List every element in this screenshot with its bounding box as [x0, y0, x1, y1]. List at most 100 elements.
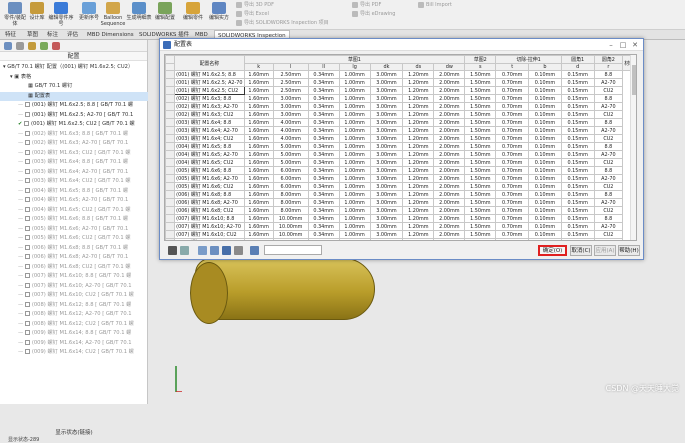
- table-cell[interactable]: 10.00mm: [272, 222, 309, 232]
- table-cell[interactable]: 1.00mm: [338, 182, 371, 192]
- table-cell[interactable]: 2.00mm: [433, 118, 466, 128]
- config-list-item[interactable]: — (002) 螺钉 M1.6x3; A2-70 [ GB/T 70.1: [0, 139, 148, 149]
- table-cell[interactable]: 3.00mm: [369, 150, 404, 160]
- table-cell[interactable]: 1.00mm: [338, 142, 371, 152]
- table-cell[interactable]: 0.70mm: [495, 102, 530, 112]
- config-name-cell[interactable]: (004) 螺钉 M1.6x5; CU2: [174, 158, 245, 168]
- table-cell[interactable]: 3.00mm: [369, 94, 404, 104]
- table-cell[interactable]: 10.00mm: [272, 230, 309, 240]
- table-cell[interactable]: 5.00mm: [272, 142, 309, 152]
- table-cell[interactable]: 2.00mm: [433, 174, 466, 184]
- ribbon-button[interactable]: 生成明细表: [126, 2, 152, 28]
- config-name-cell[interactable]: (006) 螺钉 M1.6x8; 8.8: [174, 190, 245, 200]
- table-cell[interactable]: 0.10mm: [528, 110, 562, 120]
- ribbon-small-item[interactable]: 导出 3D PDF: [236, 1, 274, 10]
- table-cell[interactable]: 0.70mm: [495, 158, 530, 168]
- table-cell[interactable]: CU2: [593, 158, 624, 168]
- config-name-cell[interactable]: (003) 螺钉 M1.6x4; 8.8: [174, 118, 245, 128]
- table-cell[interactable]: 1.60mm: [243, 70, 274, 80]
- table-cell[interactable]: 1.50mm: [464, 150, 497, 160]
- table-cell[interactable]: 2.00mm: [433, 190, 466, 200]
- config-manager-icon[interactable]: [28, 42, 36, 50]
- table-cell[interactable]: 0.34mm: [307, 230, 340, 240]
- config-name-cell[interactable]: (004) 螺钉 M1.6x5; 8.8: [174, 142, 245, 152]
- view-select[interactable]: [264, 245, 322, 255]
- config-list-item[interactable]: — (008) 螺钉 M1.6x12; 8.8 [ GB/T 70.1 螺: [0, 301, 148, 311]
- maximize-icon[interactable]: □: [617, 39, 629, 51]
- help-button[interactable]: 帮助(H): [618, 245, 640, 256]
- row-selector[interactable]: [165, 198, 176, 208]
- table-row[interactable]: (005) 螺钉 M1.6x6; CU2 1.60mm 6.00mm 0.34mm 1.…: [165, 182, 636, 192]
- tab-4[interactable]: MBD Dimensions: [84, 30, 137, 40]
- table-cell[interactable]: 2.00mm: [433, 198, 466, 208]
- design-table-item[interactable]: ▦ GB/T 70.1 螺钉: [0, 82, 148, 92]
- table-cell[interactable]: 0.70mm: [495, 118, 530, 128]
- table-cell[interactable]: 1.60mm: [243, 142, 274, 152]
- table-cell[interactable]: 1.60mm: [243, 86, 274, 96]
- table-cell[interactable]: 1.50mm: [464, 190, 497, 200]
- config-list-item[interactable]: — (009) 螺钉 M1.6x14; CU2 [ GB/T 70.1 螺: [0, 348, 148, 358]
- table-cell[interactable]: 0.70mm: [495, 142, 530, 152]
- row-selector[interactable]: [165, 150, 176, 160]
- table-cell[interactable]: 0.34mm: [307, 158, 340, 168]
- table-cell[interactable]: 2.00mm: [433, 86, 466, 96]
- table-cell[interactable]: 5.00mm: [272, 158, 309, 168]
- table-cell[interactable]: 1.60mm: [243, 94, 274, 104]
- table-cell[interactable]: 6.00mm: [272, 182, 309, 192]
- table-cell[interactable]: 0.10mm: [528, 94, 562, 104]
- config-list-item[interactable]: — (005) 螺钉 M1.6x6; 8.8 [ GB/T 70.1 螺: [0, 215, 148, 225]
- table-cell[interactable]: 0.70mm: [495, 214, 530, 224]
- row-selector[interactable]: [165, 182, 176, 192]
- table-cell[interactable]: 1.60mm: [243, 110, 274, 120]
- table-cell[interactable]: 3.00mm: [272, 94, 309, 104]
- table-cell[interactable]: 0.70mm: [495, 110, 530, 120]
- table-cell[interactable]: 3.00mm: [369, 158, 404, 168]
- table-cell[interactable]: 1.20mm: [402, 142, 435, 152]
- table-cell[interactable]: 0.70mm: [495, 206, 530, 216]
- config-list-item[interactable]: — (004) 螺钉 M1.6x5; A2-70 [ GB/T 70.1: [0, 196, 148, 206]
- table-cell[interactable]: 0.15mm: [560, 134, 595, 144]
- ok-button[interactable]: 确定(O): [538, 245, 567, 256]
- column-header[interactable]: ds: [402, 62, 435, 72]
- table-cell[interactable]: 0.70mm: [495, 70, 530, 80]
- table-cell[interactable]: 3.00mm: [369, 78, 404, 88]
- table-cell[interactable]: 12.00mm: [272, 238, 309, 240]
- config-list-item[interactable]: — (005) 螺钉 M1.6x6; A2-70 [ GB/T 70.1: [0, 225, 148, 235]
- table-cell[interactable]: 1.00mm: [338, 118, 371, 128]
- table-cell[interactable]: 3.00mm: [369, 198, 404, 208]
- table-cell[interactable]: 2.00mm: [433, 238, 466, 240]
- row-selector[interactable]: [165, 166, 176, 176]
- export-icon[interactable]: [234, 246, 243, 255]
- config-name-cell[interactable]: (007) 螺钉 M1.6x10; A2-70: [174, 222, 245, 232]
- table-cell[interactable]: 0.34mm: [307, 110, 340, 120]
- table-cell[interactable]: 0.34mm: [307, 174, 340, 184]
- table-cell[interactable]: 10.00mm: [272, 214, 309, 224]
- table-cell[interactable]: CU2: [593, 182, 624, 192]
- ribbon-button[interactable]: 编辑零件: [180, 2, 206, 28]
- table-cell[interactable]: 1.50mm: [464, 118, 497, 128]
- table-row[interactable]: (006) 螺钉 M1.6x8; A2-70 1.60mm 8.00mm 0.34mm…: [165, 198, 636, 208]
- config-name-cell[interactable]: (002) 螺钉 M1.6x3; CU2: [174, 110, 245, 120]
- table-cell[interactable]: 1.50mm: [464, 230, 497, 240]
- table-cell[interactable]: 0.10mm: [528, 142, 562, 152]
- column-header[interactable]: d: [560, 62, 595, 72]
- config-list-item[interactable]: — (009) 螺钉 M1.6x14; A2-70 [ GB/T 70.1: [0, 339, 148, 349]
- table-cell[interactable]: 2.00mm: [433, 166, 466, 176]
- table-cell[interactable]: 1.50mm: [464, 86, 497, 96]
- table-cell[interactable]: 1.00mm: [338, 78, 371, 88]
- table-cell[interactable]: 3.00mm: [369, 182, 404, 192]
- table-cell[interactable]: 1.60mm: [243, 150, 274, 160]
- tab-1[interactable]: 草图: [24, 30, 41, 40]
- table-cell[interactable]: 0.70mm: [495, 78, 530, 88]
- table-cell[interactable]: A2-70: [593, 198, 624, 208]
- config-name-cell[interactable]: (004) 螺钉 M1.6x5; A2-70: [174, 150, 245, 160]
- table-cell[interactable]: 3.00mm: [369, 222, 404, 232]
- ribbon-small-item[interactable]: 导出 Excel: [236, 10, 269, 19]
- display-icon[interactable]: [52, 42, 60, 50]
- table-cell[interactable]: 0.15mm: [560, 150, 595, 160]
- table-cell[interactable]: 3.00mm: [369, 102, 404, 112]
- config-grid[interactable]: 配置名称草图1草图2切除-拉伸1圆角1圆角2材料kllllgdkdsdwstbd…: [164, 54, 637, 241]
- table-cell[interactable]: 2.00mm: [433, 78, 466, 88]
- table-cell[interactable]: 1.20mm: [402, 78, 435, 88]
- view-icon[interactable]: [250, 246, 259, 255]
